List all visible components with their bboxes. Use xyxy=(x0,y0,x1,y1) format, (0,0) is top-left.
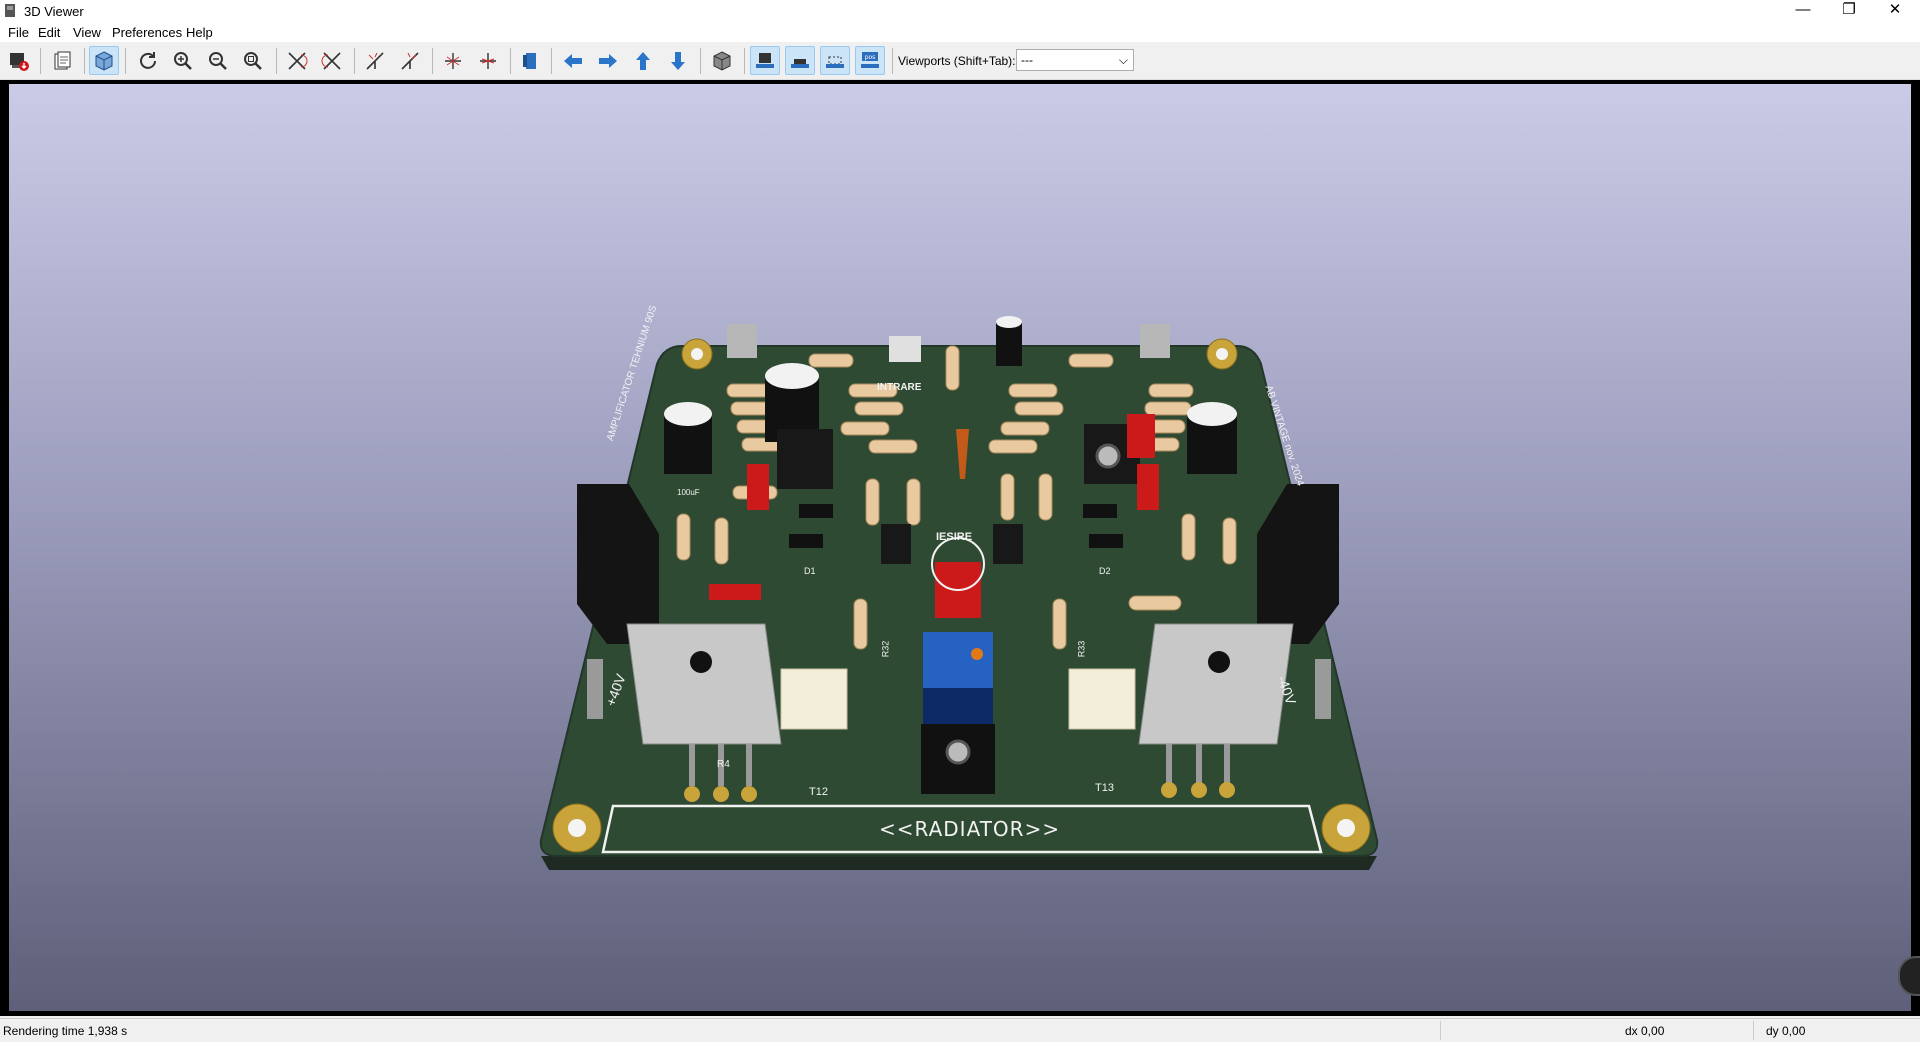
arrow-up-icon xyxy=(636,51,650,70)
rotate-y-cw-button[interactable] xyxy=(360,46,390,75)
menu-bar: File Edit View Preferences Help xyxy=(0,22,1920,42)
pos-file-icon: pos xyxy=(861,51,879,68)
rotate-x-ccw-button[interactable] xyxy=(317,46,347,75)
arrow-left-icon xyxy=(564,53,582,68)
flip-board-icon xyxy=(523,52,536,69)
chevron-down-icon: ⌵ xyxy=(1118,53,1128,67)
clipboard-icon xyxy=(54,51,71,69)
rotate-x-icon xyxy=(288,51,308,70)
silk-t12-label: T12 xyxy=(809,786,828,798)
tht-component-icon xyxy=(756,52,774,68)
silk-d1-label: D1 xyxy=(804,566,816,576)
rotate-y-icon xyxy=(401,51,419,70)
3d-viewer-app-icon xyxy=(5,4,15,17)
ortho-cube-icon xyxy=(713,50,731,71)
pcb-3d-model xyxy=(539,316,1379,870)
silk-capacitor-value: 100uF xyxy=(677,488,700,497)
virtual-component-icon xyxy=(826,56,844,68)
silk-r33-label: R33 xyxy=(1076,640,1087,658)
rotate-y-ccw-button[interactable] xyxy=(395,46,425,75)
silk-d2-label: D2 xyxy=(1099,566,1111,576)
title-bar: 3D Viewer — ❐ ✕ xyxy=(0,0,1920,22)
export-image-button[interactable] xyxy=(4,46,34,75)
rotate-x-cw-button[interactable] xyxy=(282,46,312,75)
trimmer-potentiometer xyxy=(923,632,993,692)
raytracing-toggle-button[interactable] xyxy=(89,46,119,75)
move-right-button[interactable] xyxy=(593,46,623,75)
rotate-z-ccw-button[interactable] xyxy=(473,46,503,75)
show-tht-button[interactable] xyxy=(750,46,780,75)
zoom-in-button[interactable] xyxy=(168,46,198,75)
export-icon xyxy=(10,52,29,71)
move-down-button[interactable] xyxy=(663,46,693,75)
silk-iesire-label: IESIRE xyxy=(936,531,973,543)
diode xyxy=(789,534,823,548)
to220-transistor xyxy=(777,429,833,489)
status-bar: Rendering time 1,938 s dx 0,00 dy 0,00 xyxy=(0,1018,1920,1042)
3d-viewport-canvas[interactable]: <<RADIATOR>> IESIRE INTRARE +40V -40V AM… xyxy=(9,84,1911,1011)
smd-component-icon xyxy=(791,58,809,68)
arrow-down-icon xyxy=(671,51,685,70)
zoom-fit-icon xyxy=(244,51,262,70)
zoom-fit-button[interactable] xyxy=(238,46,268,75)
show-not-in-pos-button[interactable]: pos xyxy=(855,46,885,75)
3d-cube-icon xyxy=(95,50,113,71)
flip-board-button[interactable] xyxy=(515,46,545,75)
silk-radiator-label: <<RADIATOR>> xyxy=(879,817,1061,841)
viewports-label: Viewports (Shift+Tab): xyxy=(898,54,1016,68)
silk-t13-label: T13 xyxy=(1095,782,1114,794)
zoom-out-icon xyxy=(209,51,227,70)
power-transistor xyxy=(1138,623,1294,745)
film-capacitor xyxy=(747,464,769,510)
show-virtual-button[interactable] xyxy=(820,46,850,75)
minimize-button[interactable]: — xyxy=(1780,0,1826,22)
maximize-button[interactable]: ❐ xyxy=(1826,0,1872,22)
rotate-y-icon xyxy=(366,51,384,70)
dx-readout: dx 0,00 xyxy=(1625,1024,1665,1038)
menu-edit[interactable]: Edit xyxy=(38,25,60,40)
arrow-right-icon xyxy=(599,53,617,68)
zoom-in-icon xyxy=(174,51,192,70)
menu-file[interactable]: File xyxy=(8,25,29,40)
rotate-x-icon xyxy=(321,51,341,70)
silk-intrare-label: INTRARE xyxy=(877,382,922,393)
reload-button[interactable] xyxy=(133,46,163,75)
menu-help[interactable]: Help xyxy=(186,25,213,40)
viewports-value: --- xyxy=(1021,53,1033,67)
svg-text:pos: pos xyxy=(865,54,876,61)
rotate-z-icon xyxy=(480,52,496,69)
dy-readout: dy 0,00 xyxy=(1766,1024,1806,1038)
refresh-icon xyxy=(140,51,156,69)
window-title: 3D Viewer xyxy=(24,4,84,19)
zoom-out-button[interactable] xyxy=(203,46,233,75)
viewports-dropdown[interactable]: --- ⌵ xyxy=(1016,49,1134,71)
close-button[interactable]: ✕ xyxy=(1872,0,1918,22)
orthographic-toggle-button[interactable] xyxy=(707,46,737,75)
show-smd-button[interactable] xyxy=(785,46,815,75)
silk-r4-label: R4 xyxy=(717,759,730,770)
menu-view[interactable]: View xyxy=(73,25,101,40)
copy-image-button[interactable] xyxy=(47,46,77,75)
move-up-button[interactable] xyxy=(628,46,658,75)
rotate-z-cw-button[interactable] xyxy=(438,46,468,75)
move-left-button[interactable] xyxy=(558,46,588,75)
rendering-time-text: Rendering time 1,938 s xyxy=(3,1024,128,1038)
menu-preferences[interactable]: Preferences xyxy=(112,25,182,40)
power-transistor xyxy=(626,623,782,745)
silk-r32-label: R32 xyxy=(880,640,891,658)
rotate-z-icon xyxy=(445,52,461,69)
